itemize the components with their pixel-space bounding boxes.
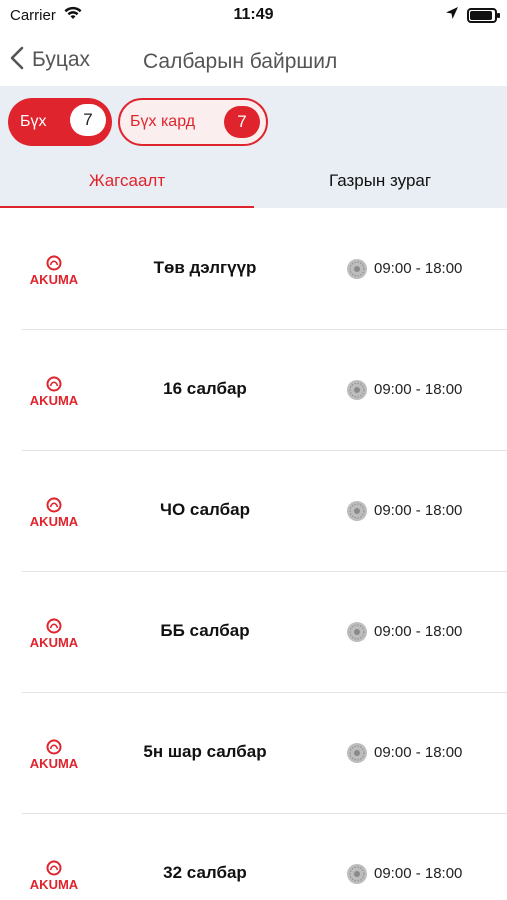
page-title: Салбарын байршил [143,50,338,73]
filter-chip-all-label: Бүх [20,113,47,130]
nav-bar: Буцах Салбарын байршил [0,34,507,86]
branch-hours: 09:00 - 18:00 [374,744,463,761]
filter-chip-card[interactable]: Бүх кард 7 [118,98,268,146]
filter-chip-card-label: Бүх кард [130,113,196,130]
clock-icon [347,743,367,763]
clock-icon [347,501,367,521]
filter-strip: Бүх 7 Бүх кард 7 Жагсаалт Газрын зураг [0,86,507,208]
branch-row[interactable]: AKUMA ББ салбар 09:00 - 18:00 [0,571,507,692]
battery-level [470,11,492,20]
svg-text:AKUMA: AKUMA [30,877,79,891]
back-button[interactable]: Буцах [10,42,90,78]
branch-hours: 09:00 - 18:00 [374,623,463,640]
branch-name: 32 салбар [163,863,247,882]
branch-list: AKUMA Төв дэлгүүр 09:00 - 18:00 AKUMA 16… [0,208,507,900]
branch-row[interactable]: AKUMA Төв дэлгүүр 09:00 - 18:00 [0,208,507,329]
svg-text:AKUMA: AKUMA [30,514,79,528]
tab-list[interactable]: Жагсаалт [0,160,254,208]
filter-chip-all-count: 7 [70,104,106,136]
akuma-logo: AKUMA [30,860,79,891]
location-arrow-icon [445,6,459,25]
akuma-logo: AKUMA [30,618,79,649]
clock-icon [347,380,367,400]
branch-row[interactable]: AKUMA 32 салбар 09:00 - 18:00 [0,813,507,900]
back-label: Буцах [32,48,91,71]
chevron-left-icon [10,46,24,75]
svg-text:AKUMA: AKUMA [30,393,79,407]
status-right [445,6,500,25]
akuma-logo: AKUMA [30,739,79,770]
branch-name: ЧО салбар [160,500,250,519]
branch-hours: 09:00 - 18:00 [374,260,463,277]
branch-hours: 09:00 - 18:00 [374,502,463,519]
branch-hours: 09:00 - 18:00 [374,381,463,398]
akuma-logo: AKUMA [30,376,79,407]
branch-hours: 09:00 - 18:00 [374,865,463,882]
status-time: 11:49 [233,6,274,23]
clock-icon [347,259,367,279]
branch-name: 5н шар салбар [143,742,267,761]
svg-text:AKUMA: AKUMA [30,756,79,770]
tab-map[interactable]: Газрын зураг [253,160,507,208]
battery-icon [467,8,500,23]
branch-row[interactable]: AKUMA 16 салбар 09:00 - 18:00 [0,329,507,450]
status-bar: Carrier 11:49 [0,0,507,34]
branch-name: 16 салбар [163,379,247,398]
akuma-logo: AKUMA [30,497,79,528]
clock-icon [347,622,367,642]
akuma-logo: AKUMA [30,255,79,286]
branch-row[interactable]: AKUMA 5н шар салбар 09:00 - 18:00 [0,692,507,813]
svg-text:AKUMA: AKUMA [30,272,79,286]
filter-chip-all[interactable]: Бүх 7 [8,98,112,146]
branch-row[interactable]: AKUMA ЧО салбар 09:00 - 18:00 [0,450,507,571]
tab-bar: Жагсаалт Газрын зураг [0,160,507,208]
branch-name: Төв дэлгүүр [153,258,257,277]
filter-chip-card-count: 7 [224,106,260,138]
svg-text:AKUMA: AKUMA [30,635,79,649]
clock-icon [347,864,367,884]
branch-name: ББ салбар [160,621,250,640]
